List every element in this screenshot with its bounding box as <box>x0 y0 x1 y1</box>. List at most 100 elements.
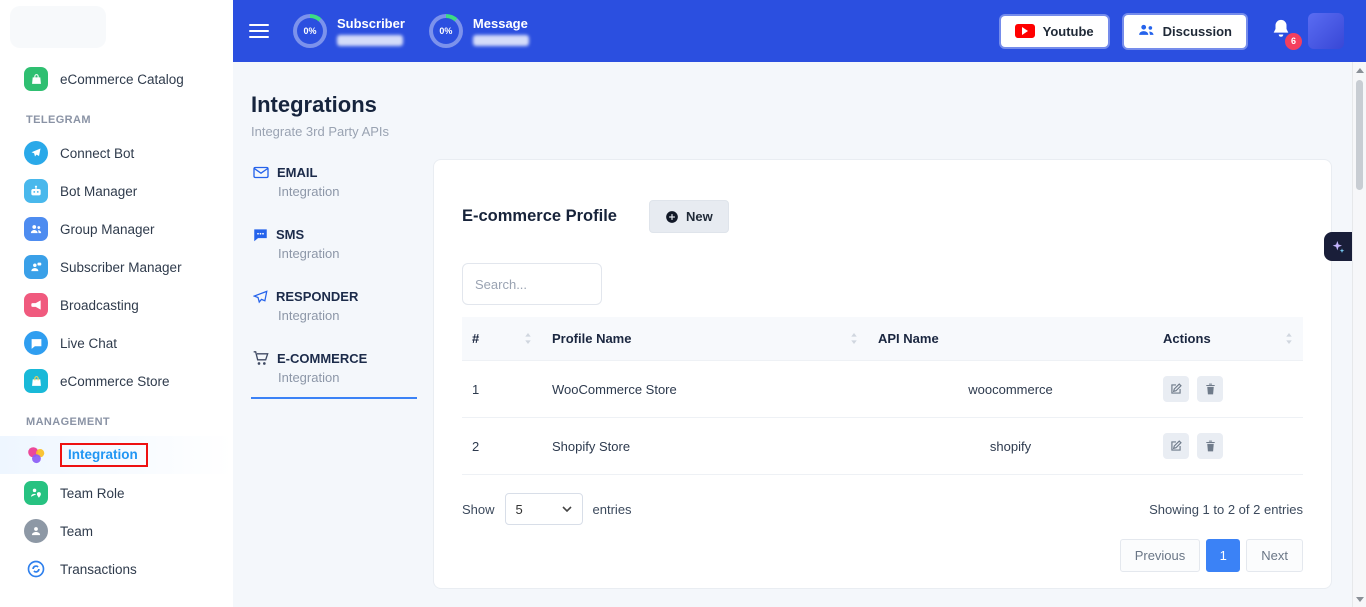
user-avatar[interactable] <box>1308 13 1344 49</box>
cell-profile-name: Shopify Store <box>542 418 868 475</box>
tab-subtitle: Integration <box>278 184 417 199</box>
sort-icon <box>850 333 858 344</box>
assistant-fab[interactable] <box>1324 232 1352 261</box>
sidebar-item-label: eCommerce Store <box>60 374 170 389</box>
sidebar-item-subscriber-manager[interactable]: Subscriber Manager <box>0 248 233 286</box>
sidebar-item-connect-bot[interactable]: Connect Bot <box>0 134 233 172</box>
message-stat-label: Message <box>473 16 529 31</box>
header-actions-label: Actions <box>1163 331 1211 346</box>
notifications-button[interactable]: 6 <box>1270 17 1292 46</box>
message-progress-value: 0% <box>433 18 459 44</box>
sidebar-item-live-chat[interactable]: Live Chat <box>0 324 233 362</box>
notification-count-badge: 6 <box>1285 33 1302 50</box>
tab-sms-integration[interactable]: SMS Integration <box>251 221 417 273</box>
entries-label: entries <box>593 502 632 517</box>
subscriber-stat-label: Subscriber <box>337 16 405 31</box>
paper-plane-icon <box>253 290 268 304</box>
subscriber-stat: 0% Subscriber <box>293 14 405 48</box>
header-num[interactable]: # <box>462 317 542 361</box>
sidebar-item-label: eCommerce Catalog <box>60 72 184 87</box>
message-stat: 0% Message <box>429 14 529 48</box>
youtube-button[interactable]: Youtube <box>1001 16 1108 47</box>
new-profile-button[interactable]: New <box>649 200 729 233</box>
people-group-icon <box>24 217 48 241</box>
sidebar-item-group-manager[interactable]: Group Manager <box>0 210 233 248</box>
sidebar-item-ecommerce-store[interactable]: eCommerce Store <box>0 362 233 400</box>
store-bag-icon <box>24 369 48 393</box>
header-actions[interactable]: Actions <box>1153 317 1303 361</box>
scroll-down-arrow-icon[interactable] <box>1353 591 1366 607</box>
table-row: 2 Shopify Store shopify <box>462 418 1303 475</box>
sidebar-item-label: Bot Manager <box>60 184 137 199</box>
topbar: 0% Subscriber 0% Message Youtube Discuss… <box>233 0 1366 62</box>
team-role-pin-icon <box>24 481 48 505</box>
sidebar-item-transactions[interactable]: Transactions <box>0 550 233 588</box>
pagination: Previous 1 Next <box>462 539 1303 572</box>
page-1-button[interactable]: 1 <box>1206 539 1240 572</box>
sidebar-item-label: Live Chat <box>60 336 117 351</box>
page-size-select[interactable]: 5 <box>505 493 583 525</box>
cell-api-name: shopify <box>868 418 1153 475</box>
sidebar-item-ecommerce-catalog[interactable]: eCommerce Catalog <box>0 60 233 98</box>
tab-subtitle: Integration <box>278 370 417 385</box>
sidebar-section-management: MANAGEMENT <box>26 416 233 428</box>
message-redacted-value <box>473 35 529 46</box>
cart-icon <box>253 351 269 366</box>
subscriber-redacted-value <box>337 35 403 46</box>
edit-pencil-icon <box>1169 439 1183 453</box>
message-progress-ring: 0% <box>429 14 463 48</box>
tab-ecommerce-integration[interactable]: E-COMMERCE Integration <box>251 345 417 399</box>
sidebar-item-bot-manager[interactable]: Bot Manager <box>0 172 233 210</box>
search-input[interactable] <box>462 263 602 305</box>
youtube-button-label: Youtube <box>1043 24 1094 39</box>
discussion-button[interactable]: Discussion <box>1124 15 1246 48</box>
page-subtitle: Integrate 3rd Party APIs <box>251 124 1366 139</box>
panel-title: E-commerce Profile <box>462 207 617 226</box>
robot-icon <box>24 179 48 203</box>
scrollbar-thumb[interactable] <box>1356 80 1363 190</box>
previous-page-button[interactable]: Previous <box>1120 539 1201 572</box>
megaphone-icon <box>24 293 48 317</box>
edit-button[interactable] <box>1163 376 1189 402</box>
cell-api-name: woocommerce <box>868 361 1153 418</box>
app-logo <box>10 6 106 48</box>
sms-chat-icon <box>253 228 268 242</box>
trash-icon <box>1204 439 1217 453</box>
vertical-scrollbar[interactable] <box>1352 62 1366 607</box>
edit-button[interactable] <box>1163 433 1189 459</box>
page-title: Integrations <box>251 92 1366 118</box>
plus-circle-icon <box>665 210 679 224</box>
sidebar-item-broadcasting[interactable]: Broadcasting <box>0 286 233 324</box>
tab-title: E-COMMERCE <box>277 351 367 366</box>
header-profile-name[interactable]: Profile Name <box>542 317 868 361</box>
delete-button[interactable] <box>1197 376 1223 402</box>
sparkle-icon <box>1330 239 1346 255</box>
delete-button[interactable] <box>1197 433 1223 459</box>
next-page-button[interactable]: Next <box>1246 539 1303 572</box>
sidebar-item-label: Broadcasting <box>60 298 139 313</box>
chevron-down-icon <box>562 506 572 512</box>
tab-subtitle: Integration <box>278 308 417 323</box>
tab-email-integration[interactable]: EMAIL Integration <box>251 159 417 211</box>
telegram-plane-icon <box>24 141 48 165</box>
sidebar-item-team-role[interactable]: Team Role <box>0 474 233 512</box>
tab-responder-integration[interactable]: RESPONDER Integration <box>251 283 417 335</box>
table-row: 1 WooCommerce Store woocommerce <box>462 361 1303 418</box>
sidebar-item-team[interactable]: Team <box>0 512 233 550</box>
menu-toggle-icon[interactable] <box>249 24 269 38</box>
trash-icon <box>1204 382 1217 396</box>
transactions-circle-icon <box>24 557 48 581</box>
edit-pencil-icon <box>1169 382 1183 396</box>
sidebar-item-label: Transactions <box>60 562 137 577</box>
scroll-up-arrow-icon[interactable] <box>1353 62 1366 78</box>
sidebar-item-integration[interactable]: Integration <box>0 436 233 474</box>
header-api-name[interactable]: API Name <box>868 317 1153 361</box>
youtube-icon <box>1015 24 1035 38</box>
new-button-label: New <box>686 209 713 224</box>
chat-bubble-icon <box>24 331 48 355</box>
tab-title: EMAIL <box>277 165 317 180</box>
header-api-label: API Name <box>878 331 939 346</box>
sidebar-item-label: Group Manager <box>60 222 155 237</box>
sidebar-section-telegram: TELEGRAM <box>26 114 233 126</box>
table-header-row: # Profile Name API Name Actions <box>462 317 1303 361</box>
